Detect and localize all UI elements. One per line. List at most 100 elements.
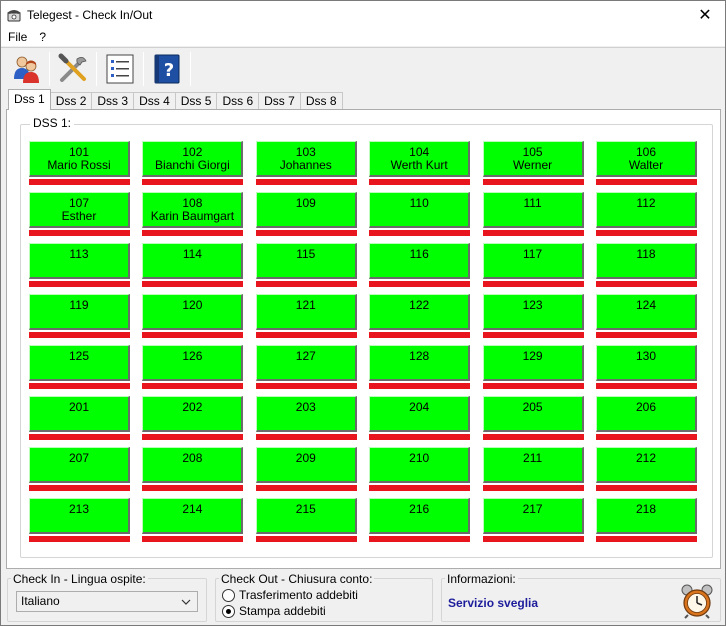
- help-book-icon[interactable]: ?: [148, 50, 186, 88]
- tab-dss-8[interactable]: Dss 8: [299, 92, 343, 110]
- room-119[interactable]: 119: [29, 294, 130, 338]
- room-button[interactable]: 218: [596, 498, 697, 534]
- room-105[interactable]: 105 Werner: [482, 141, 584, 185]
- room-button[interactable]: 127: [255, 345, 357, 381]
- room-button[interactable]: 126: [142, 345, 244, 381]
- room-button[interactable]: 118: [596, 243, 697, 279]
- room-button[interactable]: 111: [482, 192, 584, 228]
- room-button[interactable]: 217: [482, 498, 584, 534]
- room-202[interactable]: 202: [142, 396, 244, 440]
- room-216[interactable]: 216: [369, 498, 471, 542]
- room-button[interactable]: 202: [142, 396, 244, 432]
- radio-transfer-circle[interactable]: [222, 588, 235, 602]
- room-button[interactable]: 114: [142, 243, 244, 279]
- room-215[interactable]: 215: [255, 498, 357, 542]
- tab-dss-1[interactable]: Dss 1: [8, 89, 51, 110]
- alarm-clock-icon[interactable]: [680, 583, 714, 619]
- room-120[interactable]: 120: [142, 294, 244, 338]
- room-button[interactable]: 106 Walter: [596, 141, 697, 177]
- room-209[interactable]: 209: [255, 447, 357, 491]
- room-116[interactable]: 116: [369, 243, 471, 287]
- room-104[interactable]: 104 Werth Kurt: [369, 141, 471, 185]
- room-113[interactable]: 113: [29, 243, 130, 287]
- room-206[interactable]: 206: [596, 396, 697, 440]
- room-205[interactable]: 205: [482, 396, 584, 440]
- room-button[interactable]: 201: [29, 396, 130, 432]
- radio-print-circle[interactable]: [222, 604, 235, 618]
- room-124[interactable]: 124: [596, 294, 697, 338]
- room-122[interactable]: 122: [369, 294, 471, 338]
- room-201[interactable]: 201: [29, 396, 130, 440]
- room-114[interactable]: 114: [142, 243, 244, 287]
- room-button[interactable]: 102 Bianchi Giorgi: [142, 141, 244, 177]
- room-button[interactable]: 130: [596, 345, 697, 381]
- room-106[interactable]: 106 Walter: [596, 141, 697, 185]
- tab-dss-7[interactable]: Dss 7: [258, 92, 301, 110]
- room-101[interactable]: 101 Mario Rossi: [29, 141, 130, 185]
- room-button[interactable]: 211: [482, 447, 584, 483]
- room-210[interactable]: 210: [369, 447, 471, 491]
- room-217[interactable]: 217: [482, 498, 584, 542]
- room-111[interactable]: 111: [482, 192, 584, 236]
- room-button[interactable]: 104 Werth Kurt: [369, 141, 471, 177]
- room-button[interactable]: 214: [142, 498, 244, 534]
- room-button[interactable]: 123: [482, 294, 584, 330]
- tab-dss-5[interactable]: Dss 5: [174, 92, 218, 110]
- room-button[interactable]: 105 Werner: [482, 141, 584, 177]
- room-button[interactable]: 212: [596, 447, 697, 483]
- room-button[interactable]: 122: [369, 294, 471, 330]
- room-117[interactable]: 117: [482, 243, 584, 287]
- room-214[interactable]: 214: [142, 498, 244, 542]
- room-128[interactable]: 128: [369, 345, 471, 389]
- room-button[interactable]: 124: [596, 294, 697, 330]
- room-126[interactable]: 126: [142, 345, 244, 389]
- room-203[interactable]: 203: [255, 396, 357, 440]
- room-button[interactable]: 107 Esther: [29, 192, 130, 228]
- room-212[interactable]: 212: [596, 447, 697, 491]
- tab-dss-6[interactable]: Dss 6: [216, 92, 260, 110]
- room-button[interactable]: 119: [29, 294, 130, 330]
- room-118[interactable]: 118: [596, 243, 697, 287]
- room-button[interactable]: 206: [596, 396, 697, 432]
- room-button[interactable]: 112: [596, 192, 697, 228]
- room-button[interactable]: 216: [369, 498, 471, 534]
- tab-dss-3[interactable]: Dss 3: [91, 92, 135, 110]
- room-button[interactable]: 103 Johannes: [255, 141, 357, 177]
- room-112[interactable]: 112: [596, 192, 697, 236]
- room-102[interactable]: 102 Bianchi Giorgi: [142, 141, 244, 185]
- room-115[interactable]: 115: [255, 243, 357, 287]
- room-button[interactable]: 129: [482, 345, 584, 381]
- room-button[interactable]: 208: [142, 447, 244, 483]
- room-125[interactable]: 125: [29, 345, 130, 389]
- room-204[interactable]: 204: [369, 396, 471, 440]
- room-button[interactable]: 120: [142, 294, 244, 330]
- room-130[interactable]: 130: [596, 345, 697, 389]
- room-button[interactable]: 117: [482, 243, 584, 279]
- room-123[interactable]: 123: [482, 294, 584, 338]
- room-button[interactable]: 210: [369, 447, 471, 483]
- room-213[interactable]: 213: [29, 498, 130, 542]
- room-108[interactable]: 108 Karin Baumgart: [142, 192, 244, 236]
- room-129[interactable]: 129: [482, 345, 584, 389]
- room-103[interactable]: 103 Johannes: [255, 141, 357, 185]
- room-110[interactable]: 110: [369, 192, 471, 236]
- room-218[interactable]: 218: [596, 498, 697, 542]
- tab-dss-4[interactable]: Dss 4: [133, 92, 176, 110]
- room-button[interactable]: 203: [255, 396, 357, 432]
- room-button[interactable]: 128: [369, 345, 471, 381]
- room-button[interactable]: 113: [29, 243, 130, 279]
- room-button[interactable]: 110: [369, 192, 471, 228]
- menu-file[interactable]: File: [1, 30, 33, 44]
- room-button[interactable]: 108 Karin Baumgart: [142, 192, 244, 228]
- room-211[interactable]: 211: [482, 447, 584, 491]
- radio-transfer-charges[interactable]: Trasferimento addebiti: [222, 588, 358, 602]
- room-109[interactable]: 109: [255, 192, 357, 236]
- room-button[interactable]: 215: [255, 498, 357, 534]
- room-button[interactable]: 115: [255, 243, 357, 279]
- room-button[interactable]: 121: [255, 294, 357, 330]
- room-button[interactable]: 109: [255, 192, 357, 228]
- room-button[interactable]: 101 Mario Rossi: [29, 141, 130, 177]
- radio-print-charges[interactable]: Stampa addebiti: [222, 604, 326, 618]
- room-button[interactable]: 209: [255, 447, 357, 483]
- room-button[interactable]: 205: [482, 396, 584, 432]
